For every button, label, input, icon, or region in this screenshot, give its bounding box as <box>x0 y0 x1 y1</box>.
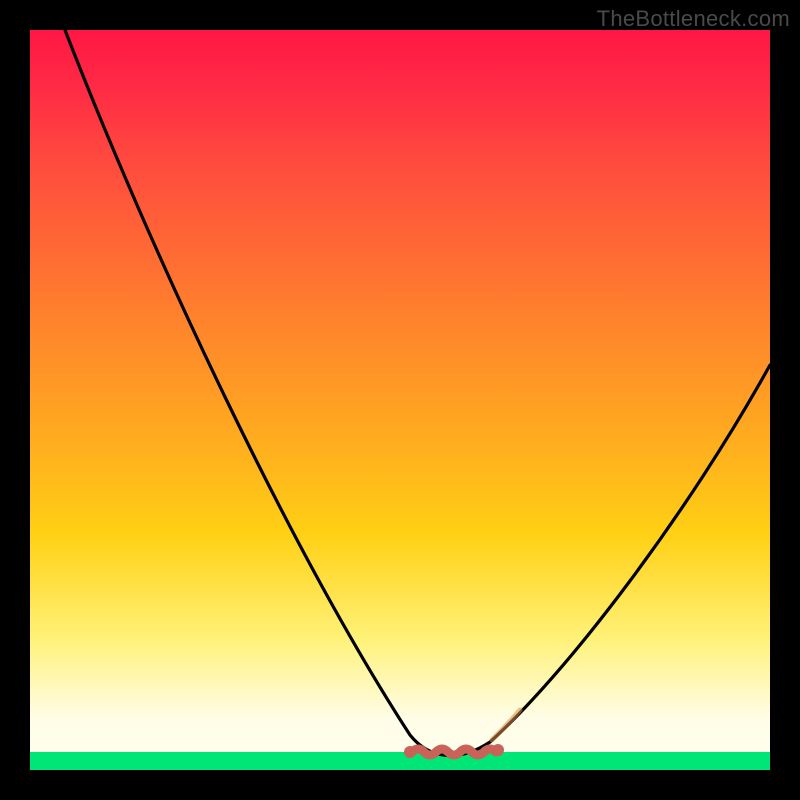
curve-svg <box>30 30 770 770</box>
curve-accent-right <box>492 710 520 740</box>
optimal-range-marker <box>404 744 504 758</box>
plot-area <box>30 30 770 770</box>
bottleneck-curve-path <box>65 30 770 756</box>
watermark-text: TheBottleneck.com <box>597 6 790 32</box>
chart-frame: TheBottleneck.com <box>0 0 800 800</box>
